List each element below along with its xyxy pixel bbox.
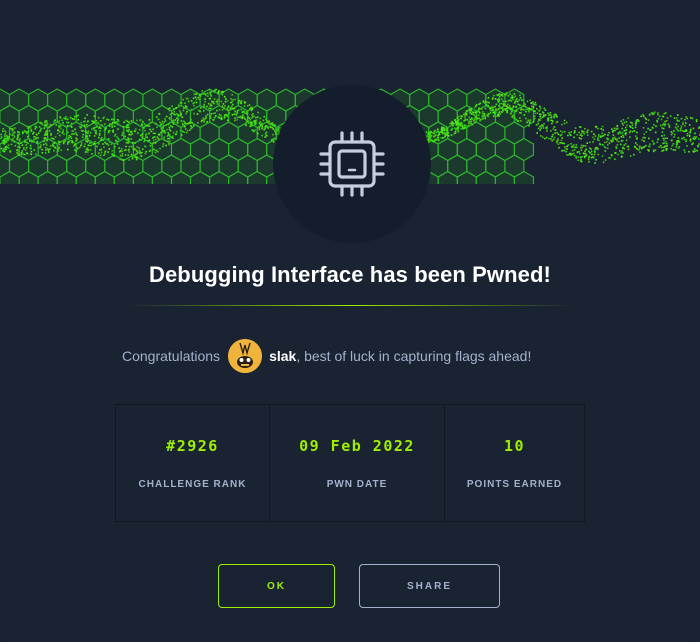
ok-button[interactable]: OK bbox=[218, 564, 335, 608]
stat-label: POINTS EARNED bbox=[466, 479, 563, 490]
stat-points-earned: 10 POINTS EARNED bbox=[444, 405, 584, 521]
avatar-icon bbox=[228, 339, 263, 373]
stat-value: 09 Feb 2022 bbox=[299, 437, 415, 455]
cpu-chip-icon bbox=[319, 131, 385, 197]
share-button[interactable]: SHARE bbox=[359, 564, 500, 608]
dialog-title: Debugging Interface has been Pwned! bbox=[148, 262, 551, 287]
stat-label: CHALLENGE RANK bbox=[138, 479, 247, 490]
cpu-badge bbox=[273, 85, 431, 243]
user-avatar[interactable] bbox=[228, 339, 263, 373]
congrats-message: Congratulations slak , best of luck in c… bbox=[122, 338, 531, 374]
stat-value: #2926 bbox=[166, 437, 219, 455]
title-divider bbox=[127, 305, 573, 306]
stat-challenge-rank: #2926 CHALLENGE RANK bbox=[116, 405, 269, 521]
congrats-prefix: Congratulations bbox=[122, 348, 221, 364]
pwned-dialog: Debugging Interface has been Pwned! Cong… bbox=[0, 0, 700, 642]
username-link[interactable]: slak bbox=[269, 348, 296, 364]
congrats-suffix: , best of luck in capturing flags ahead! bbox=[296, 348, 532, 364]
stat-value: 10 bbox=[503, 437, 526, 455]
stat-label: PWN DATE bbox=[326, 479, 388, 490]
stat-pwn-date: 09 Feb 2022 PWN DATE bbox=[269, 405, 444, 521]
stats-panel: #2926 CHALLENGE RANK 09 Feb 2022 PWN DAT… bbox=[115, 404, 585, 522]
